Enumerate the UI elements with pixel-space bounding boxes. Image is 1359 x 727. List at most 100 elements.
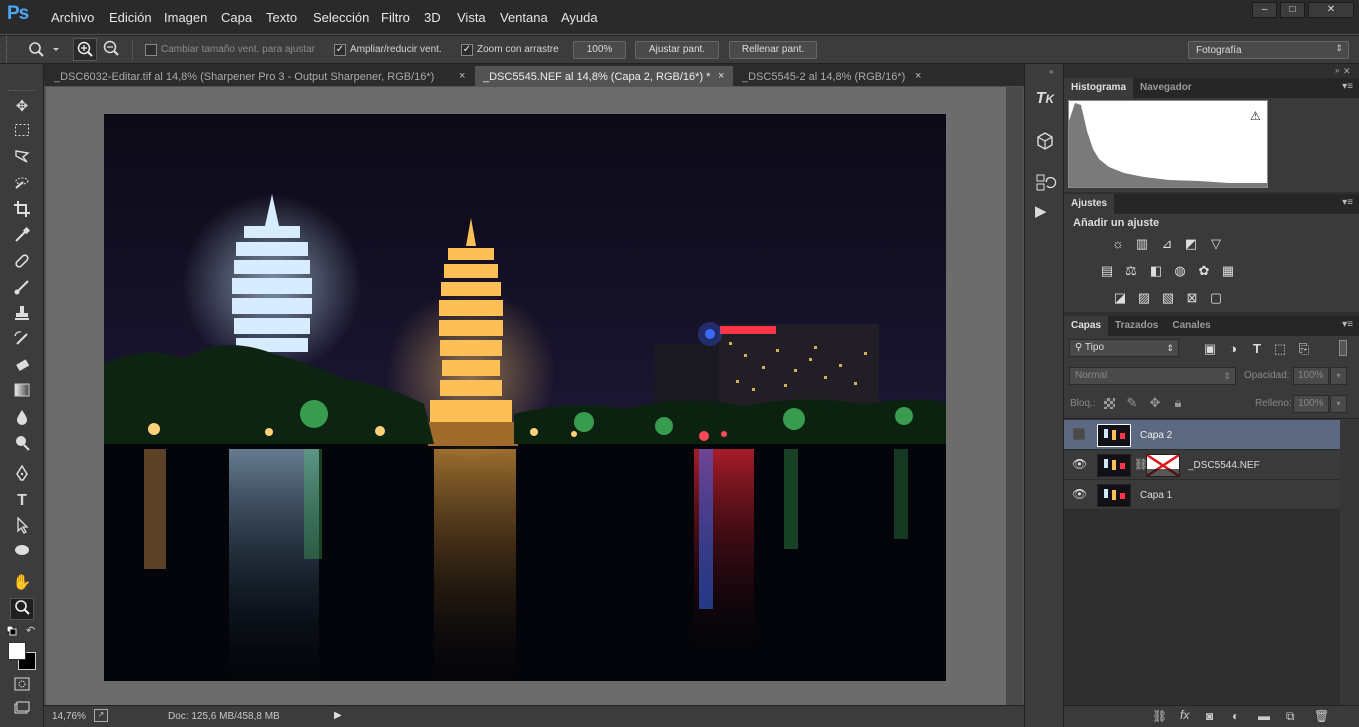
threshold-icon[interactable]: ▧ <box>1160 291 1176 305</box>
link-layers-icon[interactable]: ⛓︎ <box>1152 709 1167 723</box>
dodge-tool-icon[interactable] <box>10 434 34 456</box>
layer-thumbnail[interactable] <box>1097 484 1131 507</box>
gradient-tool-icon[interactable] <box>10 382 34 404</box>
tk-panel-icon[interactable]: TK <box>1031 90 1059 114</box>
zoom-in-icon[interactable] <box>73 38 97 61</box>
layer-filter-select[interactable]: ⚲ Tipo ⇕ <box>1069 339 1179 357</box>
gradient-map-icon[interactable]: ⊠ <box>1184 291 1200 305</box>
quick-mask-icon[interactable] <box>10 676 34 698</box>
panel-menu-icon[interactable]: ▾≡ <box>1342 319 1353 330</box>
menu-3d[interactable]: 3D <box>424 10 441 25</box>
pen-tool-icon[interactable] <box>10 464 34 486</box>
lock-image-icon[interactable]: ✎ <box>1124 396 1140 410</box>
layer-name[interactable]: _DSC5544.NEF <box>1188 460 1260 471</box>
vertical-scrollbar[interactable] <box>1006 87 1022 705</box>
zoom-out-icon[interactable] <box>100 38 124 61</box>
hand-tool-icon[interactable]: ✋ <box>10 572 34 594</box>
add-mask-icon[interactable]: ◙ <box>1206 709 1213 723</box>
fit-screen-button[interactable]: Ajustar pant. <box>635 41 719 59</box>
export-icon[interactable]: ↗ <box>94 709 108 722</box>
warning-icon[interactable]: ⚠ <box>1250 109 1261 123</box>
history-panel-icon[interactable] <box>1033 172 1057 194</box>
actions-play-icon[interactable]: ▶ <box>1035 202 1055 222</box>
opacity-dropdown-icon[interactable]: ▾ <box>1330 367 1347 385</box>
type-tool-icon[interactable]: T <box>10 490 34 512</box>
options-grip[interactable] <box>6 36 12 63</box>
color-lookup-icon[interactable]: ▦ <box>1220 264 1236 278</box>
eye-icon[interactable]: 👁︎ <box>1072 457 1087 471</box>
filter-shape-icon[interactable]: ⬚ <box>1272 342 1288 356</box>
new-group-icon[interactable]: ▬ <box>1258 709 1270 723</box>
quick-selection-tool-icon[interactable] <box>10 174 34 196</box>
opacity-input[interactable]: 100% <box>1293 367 1329 385</box>
layer-name[interactable]: Capa 2 <box>1140 430 1172 441</box>
screen-mode-icon[interactable] <box>10 700 34 722</box>
menu-edicion[interactable]: Edición <box>109 10 152 25</box>
fill-dropdown-icon[interactable]: ▾ <box>1330 395 1347 413</box>
delete-layer-icon[interactable]: 🗑︎ <box>1314 709 1329 723</box>
panel-menu-icon[interactable]: ▾≡ <box>1342 197 1353 208</box>
tab-paths[interactable]: Trazados <box>1108 316 1165 336</box>
menu-capa[interactable]: Capa <box>221 10 252 25</box>
3d-panel-icon[interactable] <box>1033 130 1057 152</box>
new-layer-icon[interactable]: ⧉ <box>1286 709 1295 724</box>
move-tool-icon[interactable]: ✥ <box>10 96 34 118</box>
vibrance-icon[interactable]: ▽ <box>1208 237 1224 251</box>
zoom-level[interactable]: 14,76% <box>52 711 86 722</box>
panel-menu-icon[interactable]: ▾≡ <box>1342 81 1353 92</box>
default-colors-icon[interactable] <box>6 625 17 636</box>
filter-toggle[interactable] <box>1339 340 1347 356</box>
crop-tool-icon[interactable] <box>10 200 34 222</box>
selective-color-icon[interactable]: ▢ <box>1208 291 1224 305</box>
fill-input[interactable]: 100% <box>1293 395 1329 413</box>
maximize-button[interactable]: □ <box>1280 2 1305 18</box>
photo-filter-icon[interactable]: ◍ <box>1172 264 1188 278</box>
filter-type-icon[interactable]: T <box>1249 342 1265 356</box>
color-balance-icon[interactable]: ⚖ <box>1123 264 1139 278</box>
doc-tab-3[interactable]: _DSC5545-2 al 14,8% (RGB/16*) × <box>734 68 930 86</box>
curves-icon[interactable]: ⊿ <box>1159 237 1175 251</box>
layer-name[interactable]: Capa 1 <box>1140 490 1172 501</box>
collapse-panels-icon[interactable]: » <box>1335 66 1339 75</box>
channel-mixer-icon[interactable]: ✿ <box>1196 264 1212 278</box>
layer-thumbnail[interactable] <box>1097 454 1131 477</box>
eyedropper-tool-icon[interactable] <box>10 226 34 248</box>
brush-tool-icon[interactable] <box>10 278 34 300</box>
tab-navigator[interactable]: Navegador <box>1133 78 1199 98</box>
invert-icon[interactable]: ◪ <box>1112 291 1128 305</box>
healing-brush-tool-icon[interactable] <box>10 252 34 274</box>
doc-tab-2-active[interactable]: _DSC5545.NEF al 14,8% (Capa 2, RGB/16*) … <box>475 66 733 87</box>
menu-archivo[interactable]: Archivo <box>51 10 94 25</box>
menu-texto[interactable]: Texto <box>266 10 297 25</box>
scrubby-zoom-checkbox[interactable]: ✓ <box>461 44 473 56</box>
menu-filtro[interactable]: Filtro <box>381 10 410 25</box>
lasso-tool-icon[interactable] <box>10 148 34 170</box>
swap-colors-icon[interactable]: ↶ <box>26 624 35 637</box>
layer-row-capa-1[interactable]: 👁︎ Capa 1 <box>1064 480 1340 510</box>
close-tab-icon[interactable]: × <box>718 70 724 82</box>
clone-stamp-tool-icon[interactable] <box>10 304 34 326</box>
doc-tab-1[interactable]: _DSC6032-Editar.tif al 14,8% (Sharpener … <box>46 68 474 86</box>
layer-mask-thumbnail[interactable] <box>1146 453 1180 478</box>
levels-icon[interactable]: ▥ <box>1134 237 1150 251</box>
lock-position-icon[interactable]: ✥ <box>1147 396 1163 410</box>
brightness-contrast-icon[interactable]: ☼ <box>1110 237 1126 251</box>
tab-channels[interactable]: Canales <box>1165 316 1217 336</box>
close-tab-icon[interactable]: × <box>915 70 921 82</box>
history-brush-tool-icon[interactable] <box>10 330 34 352</box>
status-menu-arrow-icon[interactable]: ▶ <box>334 710 342 721</box>
menu-vista[interactable]: Vista <box>457 10 486 25</box>
blend-mode-select[interactable]: Normal ⇕ <box>1069 367 1236 385</box>
lock-transparent-icon[interactable] <box>1104 398 1115 409</box>
eraser-tool-icon[interactable] <box>10 356 34 378</box>
menu-imagen[interactable]: Imagen <box>164 10 207 25</box>
expand-panels-icon[interactable]: « <box>1049 67 1053 76</box>
resize-windows-checkbox[interactable] <box>145 44 157 56</box>
workspace-select[interactable]: Fotografía ⇕ <box>1188 41 1349 59</box>
fx-icon[interactable]: fx <box>1180 708 1189 722</box>
zoom-tool-preset[interactable] <box>26 38 64 60</box>
layer-row-dsc5544[interactable]: 👁︎ ⛓︎ _DSC5544.NEF <box>1064 450 1340 480</box>
fill-screen-button[interactable]: Rellenar pant. <box>729 41 817 59</box>
eye-icon[interactable]: 👁︎ <box>1072 487 1087 501</box>
toolbar-grip[interactable] <box>8 90 36 91</box>
